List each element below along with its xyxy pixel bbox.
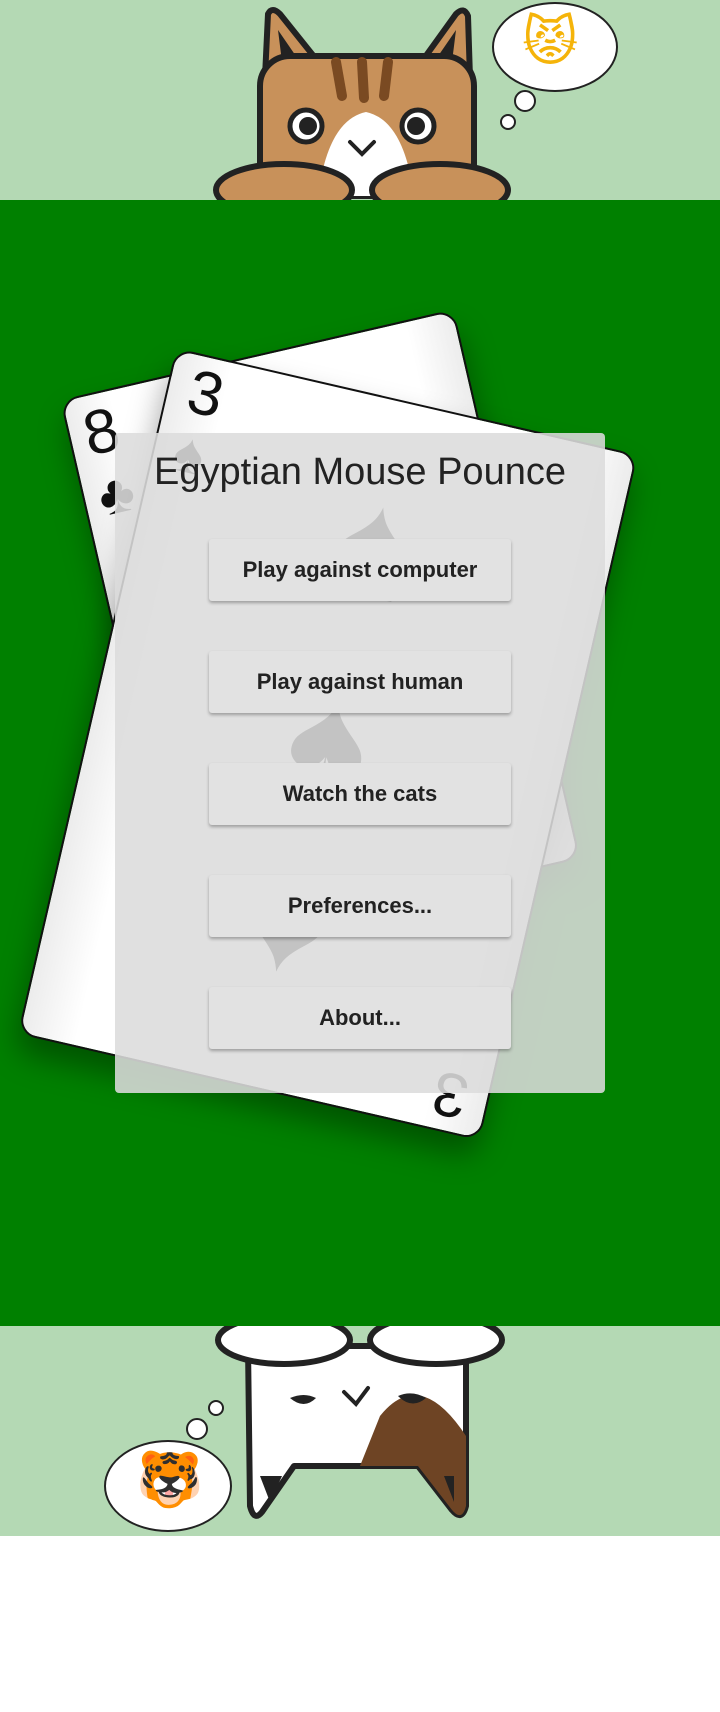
about-button[interactable]: About...: [209, 987, 511, 1049]
thought-bubble-dot: [186, 1418, 208, 1440]
thought-bubble-dot: [208, 1400, 224, 1416]
play-against-computer-button[interactable]: Play against computer: [209, 539, 511, 601]
app-title: Egyptian Mouse Pounce: [154, 451, 566, 493]
tiger-face-icon: 🐯: [136, 1448, 204, 1511]
card-rank: 3: [181, 356, 231, 432]
watch-the-cats-button[interactable]: Watch the cats: [209, 763, 511, 825]
preferences-button[interactable]: Preferences...: [209, 875, 511, 937]
thought-bubble-dot: [514, 90, 536, 112]
thought-bubble-dot: [500, 114, 516, 130]
angry-cat-face-icon: 😾: [522, 10, 579, 73]
game-table: 8 ♣ 3 ♠ ♠ ♠ ♠ 3 Egyptian Mouse Pounce Pl…: [0, 200, 720, 1326]
top-player-area: 😾: [0, 0, 720, 219]
main-menu-panel: Egyptian Mouse Pounce Play against compu…: [115, 433, 605, 1093]
bottom-player-area: 🐯: [0, 1326, 720, 1536]
play-against-human-button[interactable]: Play against human: [209, 651, 511, 713]
bottom-cat-avatar: [215, 1326, 505, 1519]
